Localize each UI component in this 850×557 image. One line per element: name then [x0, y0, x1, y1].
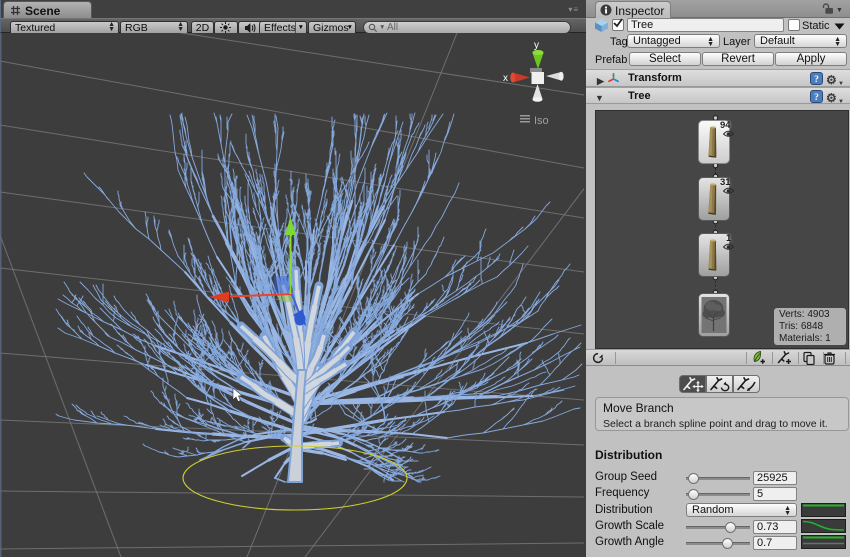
svg-text:?: ?	[814, 75, 819, 85]
svg-text:x: x	[503, 73, 508, 84]
svg-text:?: ?	[814, 93, 819, 103]
svg-text:Iso: Iso	[534, 115, 549, 127]
svg-text:y: y	[534, 40, 539, 51]
